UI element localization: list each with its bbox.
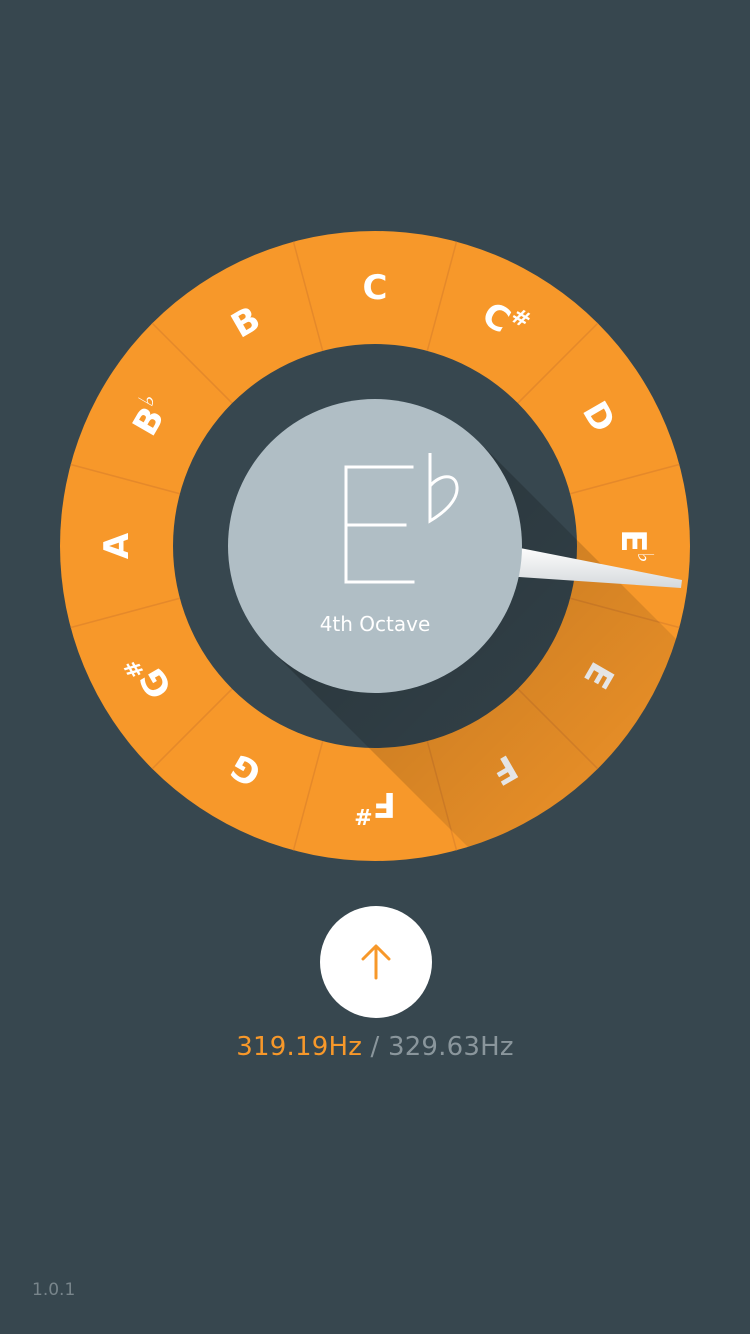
note-letter: C — [363, 268, 388, 308]
note-letter: E — [613, 529, 653, 552]
version-label: 1.0.1 — [32, 1280, 76, 1300]
note-hub — [228, 399, 522, 693]
frequency-separator: / — [370, 1032, 380, 1062]
frequency-readout: 319.19Hz / 329.63Hz — [0, 1032, 750, 1062]
note-letter: F — [373, 784, 396, 824]
tuner-wheel: CC#DE♭EFF#GG#AB♭B 4th Octave — [60, 231, 690, 861]
tune-button[interactable] — [320, 906, 432, 1018]
note-accidental: # — [354, 804, 372, 829]
arrow-up-icon — [361, 944, 391, 980]
note-letter: A — [97, 532, 137, 559]
note-label-9: A — [97, 532, 137, 559]
note-accidental: ♭ — [633, 552, 658, 562]
current-frequency: 319.19Hz — [236, 1032, 363, 1062]
target-frequency: 329.63Hz — [387, 1032, 514, 1062]
octave-label: 4th Octave — [320, 612, 431, 636]
note-label-0: C — [363, 268, 388, 308]
